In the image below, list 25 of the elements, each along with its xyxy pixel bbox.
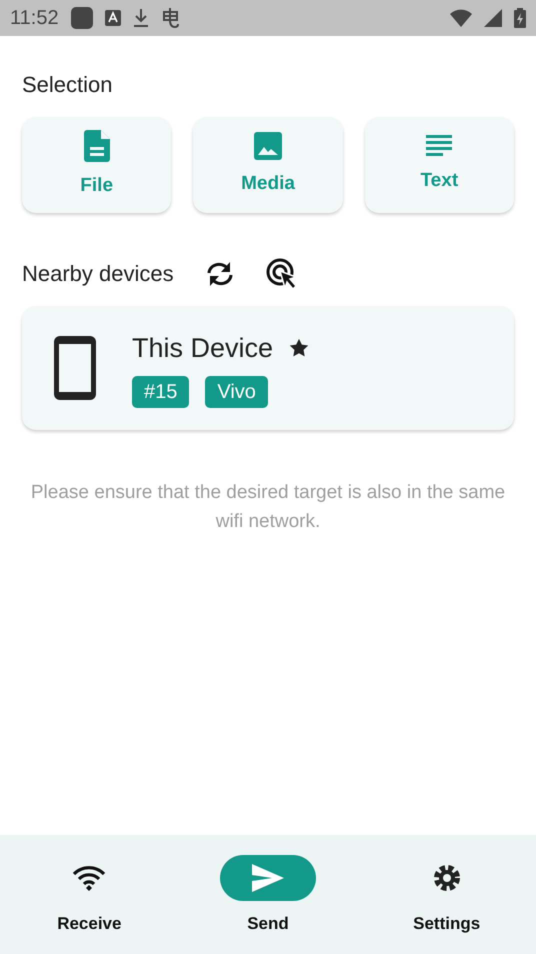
signal-icon [484, 9, 502, 27]
translate-icon [104, 10, 121, 26]
settings-icon [432, 863, 462, 893]
nav-tab[interactable]: Settings [357, 835, 536, 954]
nav-tab[interactable]: Send [178, 835, 358, 954]
send-icon [252, 864, 284, 892]
text-lines-icon [426, 134, 452, 157]
image-icon [254, 132, 282, 160]
hint-text: Please ensure that the desired target is also in the same wifi network. [30, 481, 506, 534]
device-card[interactable]: This Device #15 Vivo [22, 306, 514, 430]
app-icon [70, 7, 93, 29]
device-tag: Vivo [205, 376, 268, 408]
battery-icon [514, 8, 526, 28]
nav-tab[interactable]: Receive [0, 835, 179, 954]
section-title: Selection [22, 71, 114, 99]
file-icon [84, 130, 110, 162]
section-title: Nearby devices [22, 260, 174, 288]
device-tag: #15 [132, 376, 190, 408]
wifi-icon [72, 865, 106, 891]
wifi-icon [450, 9, 472, 27]
phone-icon [54, 336, 96, 400]
download-icon [132, 8, 149, 28]
cursor-target-icon[interactable] [266, 258, 298, 290]
clock: 11:52 [10, 6, 59, 31]
device-name: This Device [132, 332, 274, 365]
